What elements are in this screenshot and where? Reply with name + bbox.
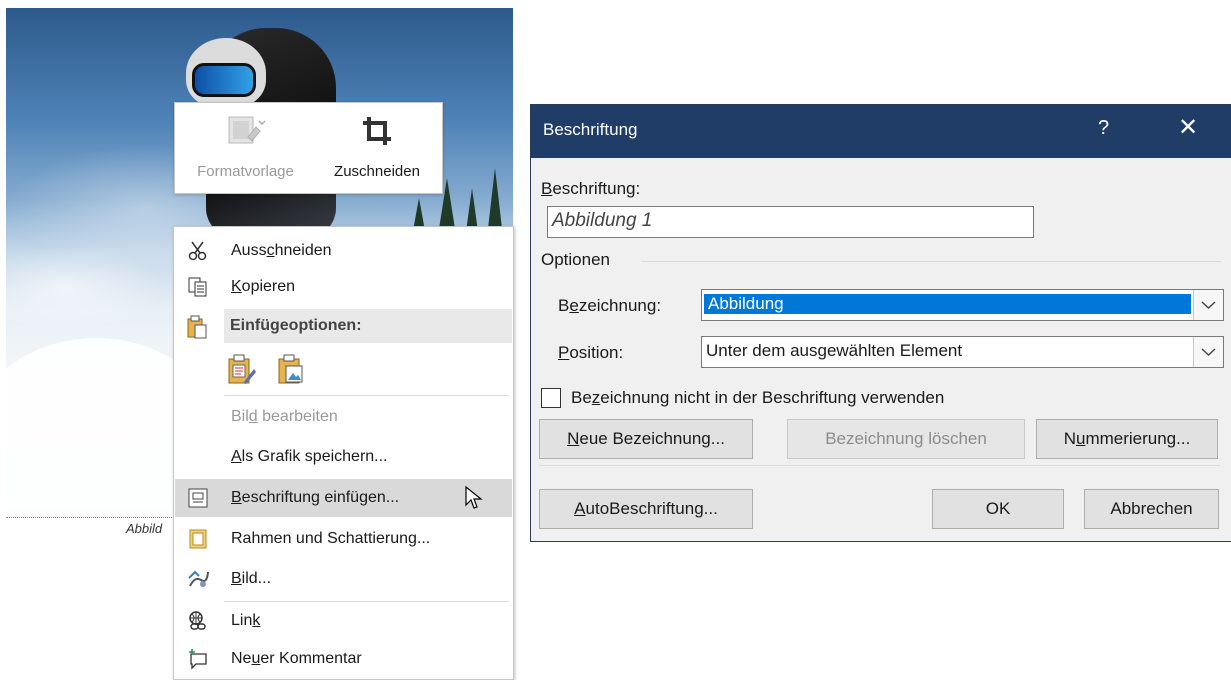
dialog-title: Beschriftung: [543, 120, 638, 139]
style-button[interactable]: Formatvorlage: [183, 103, 308, 193]
copy-icon: [188, 277, 207, 297]
caption-label: Beschriftung:: [541, 179, 641, 198]
menu-item-save-as-picture[interactable]: Als Grafik speichern...: [175, 439, 512, 475]
caption-input[interactable]: Abbildung 1: [547, 206, 1034, 238]
autocaption-button[interactable]: AutoBeschriftung...: [539, 489, 753, 529]
caption-icon: [188, 488, 208, 508]
picture-format-icon: [188, 570, 209, 587]
ok-button[interactable]: OK: [932, 489, 1064, 529]
crop-icon: [363, 117, 391, 145]
position-label: Position:: [558, 343, 624, 362]
cancel-button[interactable]: Abbrechen: [1084, 489, 1219, 529]
chevron-down-icon[interactable]: [1193, 337, 1223, 367]
menu-separator: [224, 395, 509, 396]
close-button[interactable]: ✕: [1178, 113, 1198, 142]
menu-item-edit-picture[interactable]: Bild bearbeiten: [175, 399, 512, 435]
crop-label: Zuschneiden: [334, 163, 420, 180]
exclude-label-checkbox[interactable]: [541, 388, 561, 408]
paste-as-picture-icon[interactable]: [276, 353, 306, 385]
caption-anchor-line: [6, 517, 174, 518]
dialog-title-bar[interactable]: Beschriftung ? ✕: [531, 105, 1231, 158]
new-label-button[interactable]: Neue Bezeichnung...: [539, 419, 753, 459]
menu-separator: [224, 601, 509, 602]
menu-item-borders-shading[interactable]: Rahmen und Schattierung...: [175, 521, 512, 557]
chevron-down-icon[interactable]: [1193, 290, 1223, 320]
numbering-button[interactable]: Nummerierung...: [1036, 419, 1218, 459]
menu-item-cut[interactable]: Ausschneiden: [175, 233, 512, 269]
style-label: Formatvorlage: [197, 163, 294, 180]
help-button[interactable]: ?: [1098, 117, 1109, 140]
mini-toolbar: Formatvorlage Zuschneiden: [174, 102, 443, 194]
new-comment-icon: [189, 649, 207, 670]
scissors-icon: [188, 241, 207, 261]
picture-style-icon: [228, 116, 265, 144]
paste-option-buttons: [224, 349, 319, 389]
menu-item-link[interactable]: Link: [175, 603, 512, 639]
dialog-divider: [539, 465, 1220, 466]
context-menu: Ausschneiden Kopieren Einfügeoptionen: B…: [173, 226, 514, 680]
menu-item-copy[interactable]: Kopieren: [175, 269, 512, 305]
menu-item-new-comment[interactable]: Neuer Kommentar: [175, 641, 512, 677]
label-dropdown[interactable]: Abbildung: [701, 289, 1224, 321]
group-divider: [641, 261, 1221, 262]
crop-button[interactable]: Zuschneiden: [318, 103, 436, 193]
exclude-label-text: Bezeichnung nicht in der Beschriftung ve…: [571, 388, 945, 407]
document-caption: Abbild: [126, 521, 163, 536]
link-icon: [189, 611, 206, 630]
paste-keep-formatting-icon[interactable]: [226, 353, 256, 385]
menu-item-format-picture[interactable]: Bild...: [175, 561, 512, 597]
mouse-cursor-icon: [465, 485, 483, 509]
options-group-label: Optionen: [541, 250, 610, 269]
paste-options-header: Einfügeoptionen:: [224, 309, 512, 343]
goggles: [192, 63, 256, 97]
position-dropdown[interactable]: Unter dem ausgewählten Element: [701, 336, 1224, 368]
label-field-label: Bezeichnung:: [558, 296, 662, 315]
menu-item-insert-caption[interactable]: Beschriftung einfügen...: [175, 479, 512, 517]
paste-icon: [187, 315, 207, 339]
caption-dialog: Beschriftung ? ✕ Beschriftung: Abbildung…: [530, 104, 1231, 542]
delete-label-button[interactable]: Bezeichnung löschen: [787, 419, 1025, 459]
border-shading-icon: [189, 529, 207, 549]
